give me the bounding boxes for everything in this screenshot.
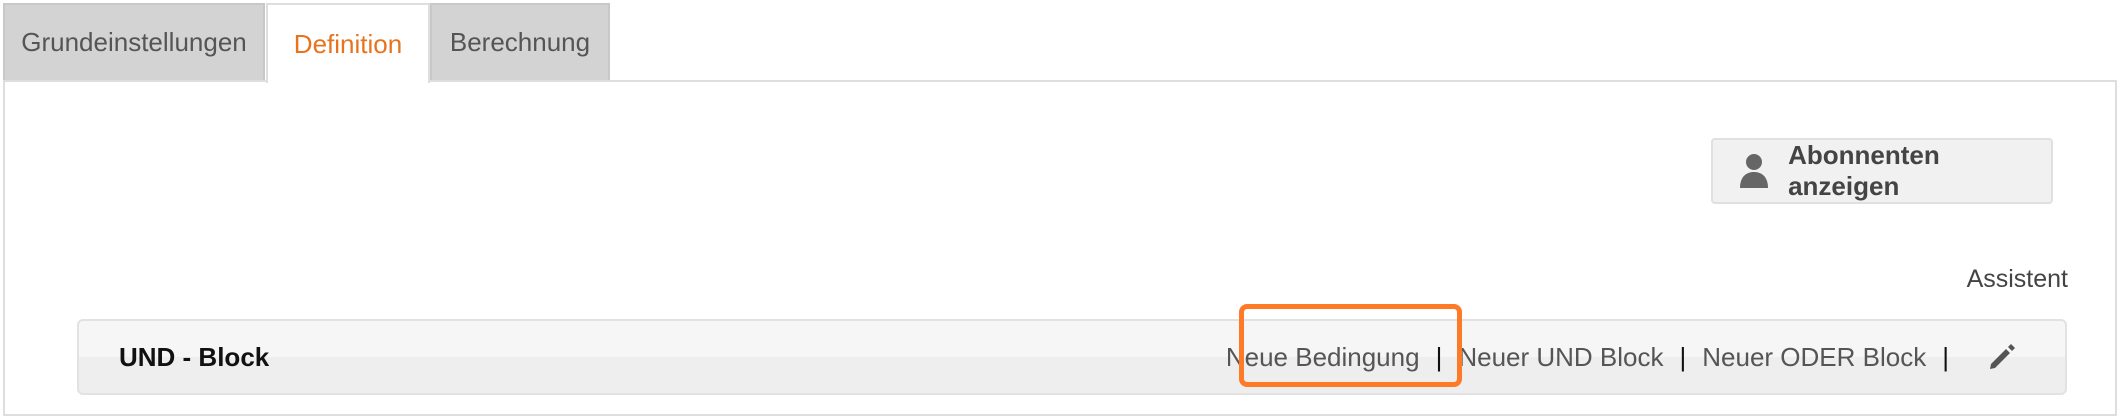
new-condition-link[interactable]: Neue Bedingung: [1226, 342, 1420, 373]
block-title: UND - Block: [119, 342, 270, 372]
tab-grundeinstellungen[interactable]: Grundeinstellungen: [3, 3, 265, 80]
separator: |: [1435, 341, 1443, 372]
und-block: UND - Block Neue Bedingung | Neuer UND B…: [77, 319, 2067, 395]
show-subscribers-button[interactable]: Abonnenten anzeigen: [1711, 138, 2053, 204]
block-actions: Neue Bedingung | Neuer UND Block | Neuer…: [1226, 321, 2065, 393]
separator: |: [1942, 341, 1949, 372]
definition-panel: Abonnenten anzeigen Assistent UND - Bloc…: [3, 80, 2117, 416]
tab-berechnung[interactable]: Berechnung: [430, 3, 610, 80]
user-icon: [1739, 151, 1772, 191]
assistant-link[interactable]: Assistent: [1967, 265, 2068, 294]
new-or-block-link[interactable]: Neuer ODER Block: [1702, 342, 1926, 373]
tab-definition[interactable]: Definition: [266, 3, 430, 83]
pencil-icon[interactable]: [1987, 341, 2019, 373]
separator: |: [1679, 341, 1687, 372]
new-and-block-link[interactable]: Neuer UND Block: [1458, 342, 1663, 373]
show-subscribers-label: Abonnenten anzeigen: [1788, 140, 1940, 201]
